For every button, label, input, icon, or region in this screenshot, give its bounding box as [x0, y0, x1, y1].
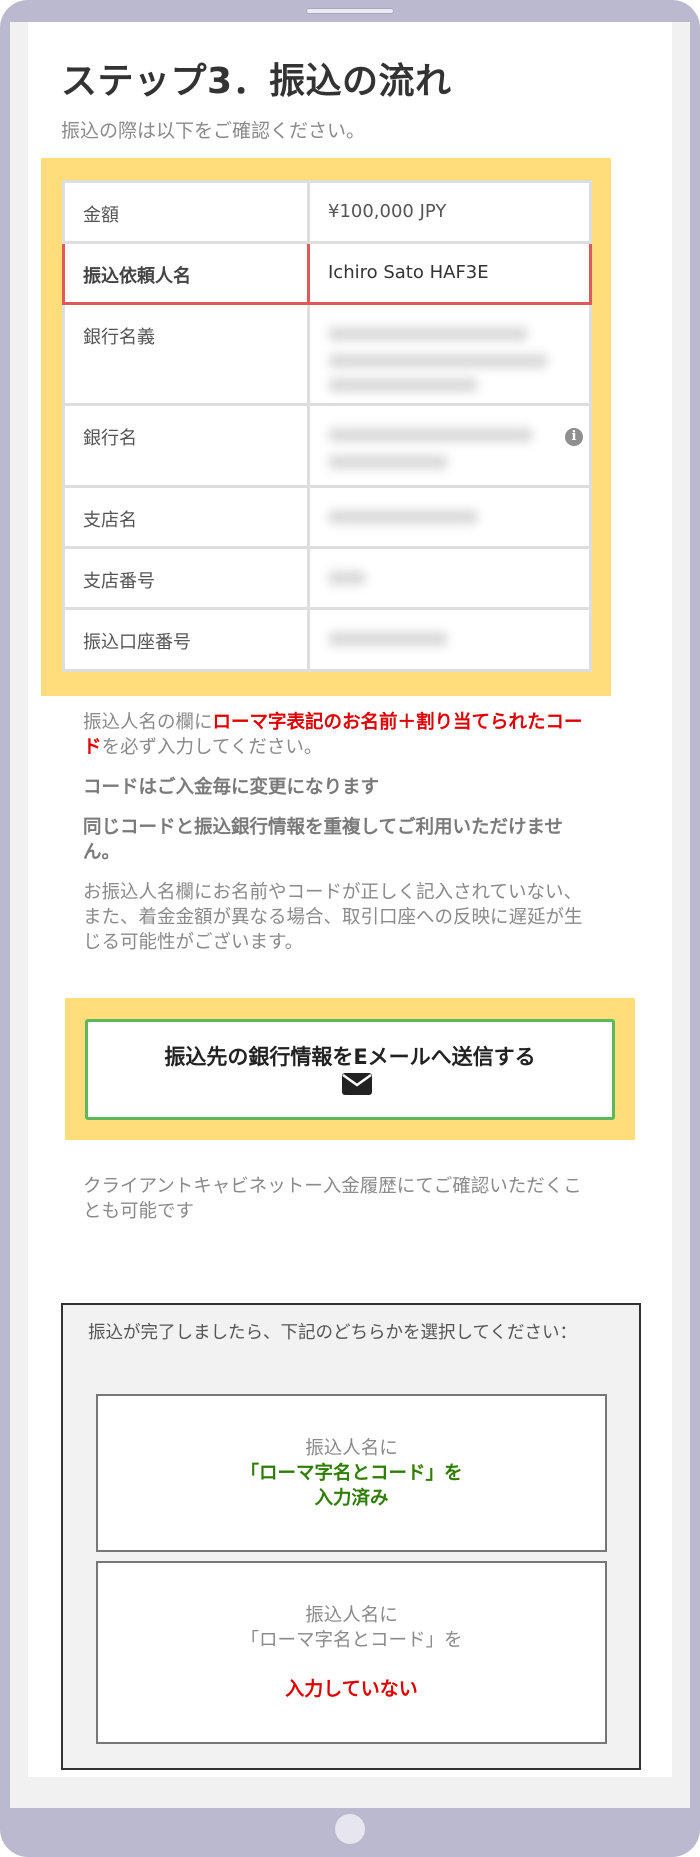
table-row-amount: 金額 ¥100,000 JPY [62, 180, 592, 244]
amount-value: ¥100,000 JPY [307, 180, 592, 244]
code-changes-note: コードはご入金毎に変更になります [83, 777, 380, 798]
remitter-name-value: Ichiro Sato HAF3E [307, 241, 592, 305]
table-row-bank-name: 銀行名 i [62, 403, 592, 488]
choice-prompt: 振込が完了しましたら、下記のどちらかを選択してください： [88, 1323, 577, 1343]
table-row-account-holder: 銀行名義 [62, 302, 592, 406]
remitter-instruction: 振込人名の欄にローマ字表記のお名前＋割り当てられたコードを必ず入力してください。 [83, 710, 583, 760]
option-not-entered-line3: 入力していない [285, 1678, 418, 1700]
page-content: ステップ3．振込の流れ 振込の際は以下をご確認ください。 金額 ¥100,000… [28, 22, 672, 1777]
row-label: 支店名 [62, 485, 310, 549]
table-row-account-number: 振込口座番号 [62, 607, 592, 672]
bank-name-value-blurred: i [307, 403, 592, 488]
no-reuse-note: 同じコードと振込銀行情報を重複してご利用いただけません。 [83, 817, 563, 863]
option-entered-line3: 入力済み [314, 1488, 389, 1509]
row-label: 振込口座番号 [62, 607, 310, 672]
remitter-instruction-suffix: を必ず入力してください。 [101, 737, 323, 758]
table-row-branch-number: 支店番号 [62, 546, 592, 610]
screen: ステップ3．振込の流れ 振込の際は以下をご確認ください。 金額 ¥100,000… [10, 22, 690, 1808]
info-icon[interactable]: i [565, 428, 583, 446]
home-button[interactable] [335, 1814, 365, 1844]
account-number-value-blurred [307, 607, 592, 672]
send-bank-info-email-button[interactable]: 振込先の銀行情報をEメールへ送信する [85, 1019, 615, 1120]
option-not-entered-line2: 「ローマ字名とコード」を [240, 1630, 463, 1651]
table-row-branch-name: 支店名 [62, 485, 592, 549]
option-not-entered-line1: 振込人名に [305, 1605, 398, 1626]
speaker-notch [306, 8, 394, 14]
branch-name-value-blurred [307, 485, 592, 549]
option-not-entered-button[interactable]: 振込人名に 「ローマ字名とコード」を 入力していない [96, 1561, 607, 1744]
cabinet-note: クライアントキャビネットー入金履歴にてご確認いただくことも可能です [83, 1176, 582, 1222]
option-entered-line1: 振込人名に [305, 1438, 398, 1459]
completion-choice-box: 振込が完了しましたら、下記のどちらかを選択してください： 振込人名に 「ローマ字… [61, 1303, 641, 1770]
row-label: 支店番号 [62, 546, 310, 610]
account-holder-value-blurred [307, 302, 592, 406]
page-title: ステップ3．振込の流れ [61, 61, 452, 102]
row-label: 銀行名義 [62, 302, 310, 406]
envelope-icon [342, 1073, 372, 1103]
email-button-label: 振込先の銀行情報をEメールへ送信する [164, 1045, 536, 1069]
option-entered-line2: 「ローマ字名とコード」を [240, 1463, 463, 1484]
delay-warning-note: お振込人名欄にお名前やコードが正しく記入されていない、また、着金金額が異なる場合… [83, 882, 583, 953]
device-frame: ステップ3．振込の流れ 振込の際は以下をご確認ください。 金額 ¥100,000… [0, 0, 700, 1857]
bank-info-table: 金額 ¥100,000 JPY 振込依頼人名 Ichiro Sato HAF3E… [62, 180, 592, 672]
row-label: 振込依頼人名 [62, 241, 310, 305]
table-row-remitter-name: 振込依頼人名 Ichiro Sato HAF3E [62, 241, 592, 305]
row-label: 銀行名 [62, 403, 310, 488]
page-subtitle: 振込の際は以下をご確認ください。 [61, 120, 366, 142]
option-entered-button[interactable]: 振込人名に 「ローマ字名とコード」を 入力済み [96, 1394, 607, 1552]
branch-number-value-blurred [307, 546, 592, 610]
remitter-instruction-prefix: 振込人名の欄に [83, 712, 213, 733]
instruction-notes: 振込人名の欄にローマ字表記のお名前＋割り当てられたコードを必ず入力してください。… [83, 710, 583, 970]
row-label: 金額 [62, 180, 310, 244]
